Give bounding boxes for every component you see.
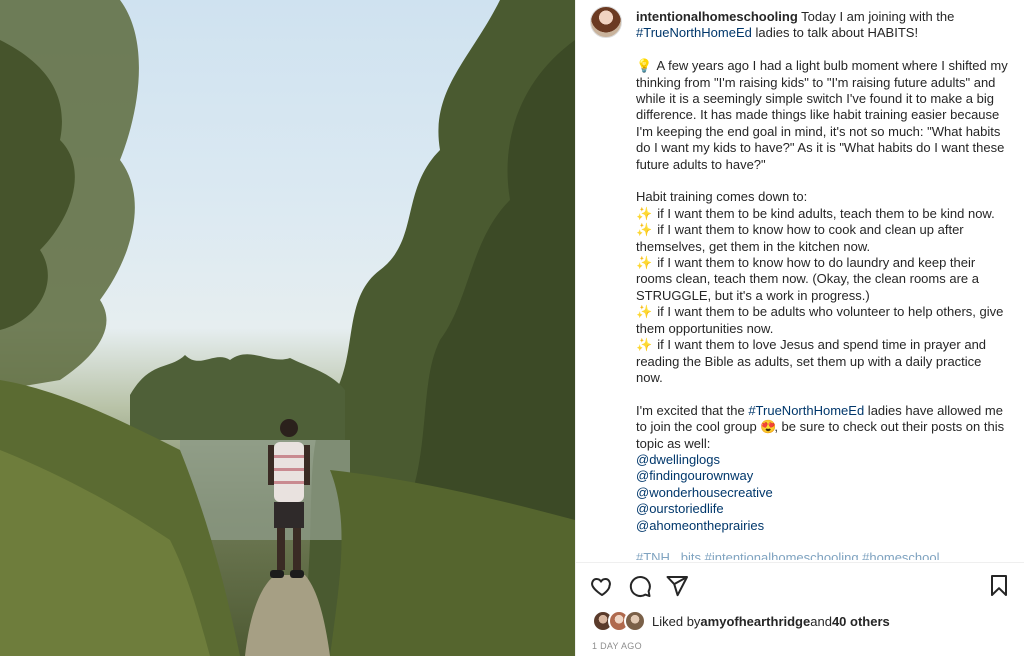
avatar[interactable] <box>590 6 622 38</box>
instagram-post: intentionalhomeschooling Today I am join… <box>0 0 1024 656</box>
heart-icon <box>591 578 611 596</box>
mention-link[interactable]: @dwellinglogs <box>636 452 1010 468</box>
comment-icon <box>629 576 651 597</box>
caption-scroll-area[interactable]: intentionalhomeschooling Today I am join… <box>576 0 1024 560</box>
post-timestamp[interactable]: 1 DAY AGO <box>592 641 642 651</box>
post-side-panel: intentionalhomeschooling Today I am join… <box>575 0 1024 656</box>
action-bar <box>576 562 1024 610</box>
mention-link[interactable]: @findingourownway <box>636 468 1010 484</box>
mention-link[interactable]: @ahomeontheprairies <box>636 518 1010 534</box>
likes-summary: Liked by amyofhearthridge and 40 others <box>592 610 890 632</box>
photo-scene <box>0 0 575 656</box>
habit-item: if I want them to know how to do laundry… <box>636 255 979 303</box>
sparkles-icon: ✨ <box>636 222 653 238</box>
sparkles-icon: ✨ <box>636 304 653 320</box>
lightbulb-icon: 💡 <box>636 58 653 74</box>
comment-button[interactable] <box>628 574 652 598</box>
hashtag-link[interactable]: #TrueNorthHomeEd <box>636 25 752 40</box>
habit-item: if I want them to be adults who voluntee… <box>636 304 1004 336</box>
caption-row: intentionalhomeschooling Today I am join… <box>576 0 1024 560</box>
habit-item: if I want them to know how to cook and c… <box>636 222 964 254</box>
author-username[interactable]: intentionalhomeschooling <box>636 9 798 24</box>
habit-item: if I want them to love Jesus and spend t… <box>636 337 987 385</box>
avatar <box>624 610 646 632</box>
share-button[interactable] <box>665 574 689 598</box>
heart-eyes-icon: 😍 <box>760 419 777 435</box>
save-button[interactable] <box>987 574 1011 598</box>
liker-username[interactable]: amyofhearthridge <box>700 614 810 629</box>
sparkles-icon: ✨ <box>636 205 653 221</box>
bookmark-icon <box>991 575 1007 596</box>
post-photo[interactable] <box>0 0 575 656</box>
like-button[interactable] <box>590 574 614 598</box>
sparkles-icon: ✨ <box>636 337 653 353</box>
caption-text: intentionalhomeschooling Today I am join… <box>636 6 1010 560</box>
habit-heading: Habit training comes down to: <box>636 189 808 205</box>
hashtag-link[interactable]: #TrueNorthHomeEd <box>748 403 864 418</box>
liker-avatars[interactable] <box>592 610 646 632</box>
caption-paragraph: A few years ago I had a light bulb momen… <box>636 58 1008 172</box>
sparkles-icon: ✨ <box>636 255 653 271</box>
habit-item: if I want them to be kind adults, teach … <box>657 205 995 221</box>
likes-count-link[interactable]: 40 others <box>832 614 890 629</box>
hashtag-line-cutoff[interactable]: #TNH...bits #intentionalhomeschooling #h… <box>636 550 1010 560</box>
mention-link[interactable]: @ourstoriedlife <box>636 501 1010 517</box>
mention-link[interactable]: @wonderhousecreative <box>636 485 1010 501</box>
share-icon <box>666 576 688 597</box>
